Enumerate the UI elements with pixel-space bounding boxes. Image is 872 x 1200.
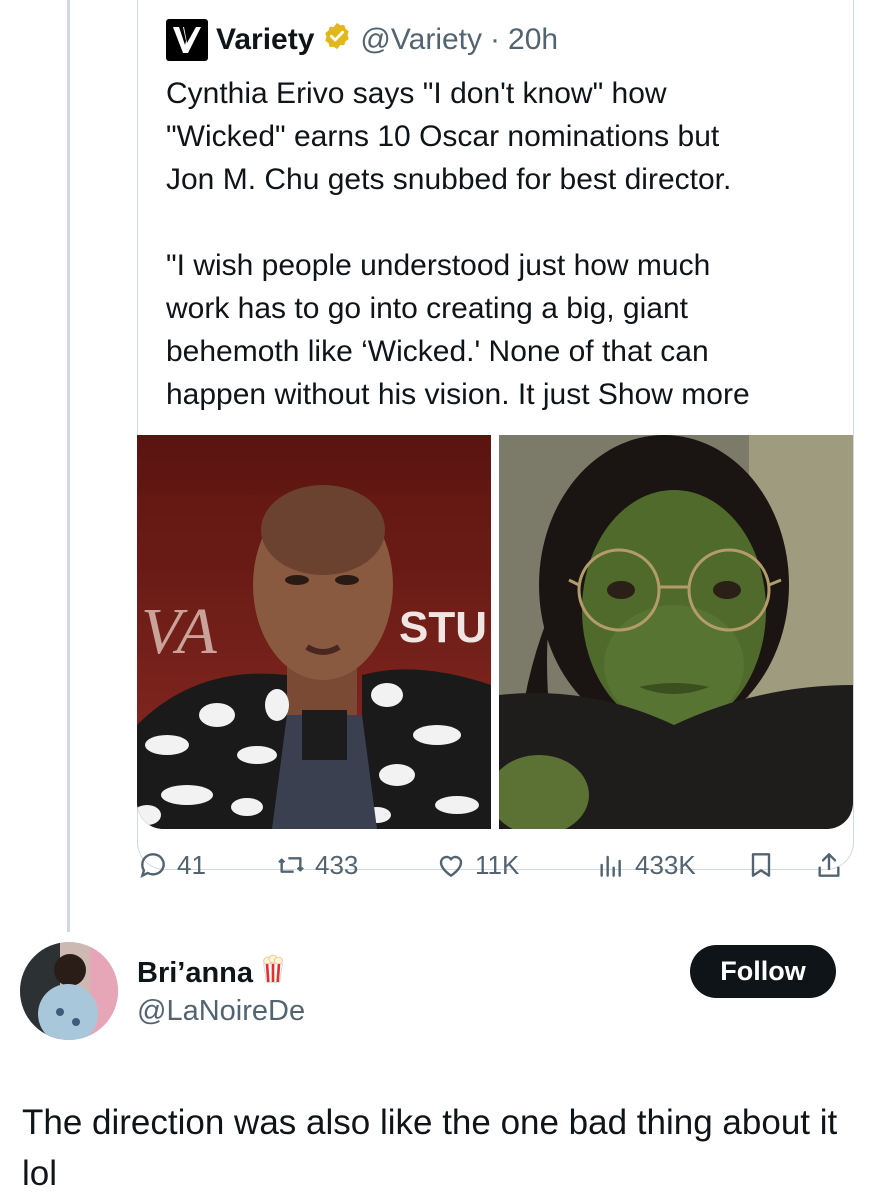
quoted-timestamp[interactable]: 20h bbox=[508, 23, 558, 57]
reply-display-name: Bri’anna bbox=[137, 956, 254, 989]
reply-author-name[interactable]: Bri’anna bbox=[137, 953, 289, 993]
text-line: Cynthia Erivo says "I don't know" how bbox=[166, 77, 667, 110]
sign-text-left: VA bbox=[141, 595, 217, 668]
reply-handle[interactable]: @LaNoireDe bbox=[137, 995, 305, 1028]
photo-cynthia-erivo[interactable]: VA STU le bbox=[137, 435, 491, 829]
variety-logo-avatar[interactable] bbox=[166, 19, 208, 61]
like-action[interactable]: 11K bbox=[435, 845, 519, 885]
repost-action[interactable]: 433 bbox=[275, 845, 358, 885]
quoted-media-grid: VA STU le bbox=[137, 435, 853, 829]
reply-count: 41 bbox=[177, 849, 206, 880]
quoted-handle[interactable]: @Variety bbox=[360, 23, 482, 57]
text-line: Jon M. Chu gets snubbed for best directo… bbox=[166, 163, 732, 196]
reply-avatar[interactable] bbox=[20, 942, 118, 1040]
repost-icon bbox=[278, 857, 304, 873]
follow-button[interactable]: Follow bbox=[690, 945, 836, 998]
views-action[interactable]: 433K bbox=[595, 845, 696, 885]
text-line: work has to go into creating a big, gian… bbox=[166, 292, 688, 325]
quoted-tweet-text: Cynthia Erivo says "I don't know" how "W… bbox=[166, 72, 836, 416]
quoted-tweet-header: Variety @Variety · 20h bbox=[166, 18, 558, 62]
reply-text: The direction was also like the one bad … bbox=[22, 1103, 838, 1193]
photo-elphaba[interactable] bbox=[499, 435, 853, 829]
text-line: behemoth like ‘Wicked.' None of that can bbox=[166, 335, 709, 368]
show-more-link[interactable]: Show more bbox=[598, 378, 750, 411]
text-line: happen without his vision. It just Show … bbox=[166, 378, 750, 411]
views-count: 433K bbox=[635, 849, 696, 880]
heart-icon bbox=[439, 855, 463, 878]
sign-text-right: STU bbox=[399, 603, 487, 652]
thread-connector-line bbox=[67, 0, 70, 932]
views-icon bbox=[600, 855, 621, 877]
text-line: "I wish people understood just how much bbox=[166, 249, 711, 282]
like-count: 11K bbox=[475, 849, 520, 880]
repost-count: 433 bbox=[315, 849, 359, 880]
bookmark-icon bbox=[751, 853, 771, 877]
popcorn-icon bbox=[257, 953, 289, 993]
verified-badge-icon bbox=[322, 21, 352, 59]
quoted-tweet-actions: 41 433 11K 433K bbox=[137, 845, 853, 885]
reply-action[interactable]: 41 bbox=[137, 845, 206, 885]
quoted-author-name[interactable]: Variety bbox=[216, 23, 314, 57]
reply-icon bbox=[140, 853, 165, 878]
text-line: "Wicked" earns 10 Oscar nominations but bbox=[166, 120, 720, 153]
share-action[interactable] bbox=[813, 845, 845, 885]
meta-separator: · bbox=[490, 23, 501, 56]
share-icon bbox=[818, 853, 840, 877]
bookmark-action[interactable] bbox=[745, 845, 777, 885]
